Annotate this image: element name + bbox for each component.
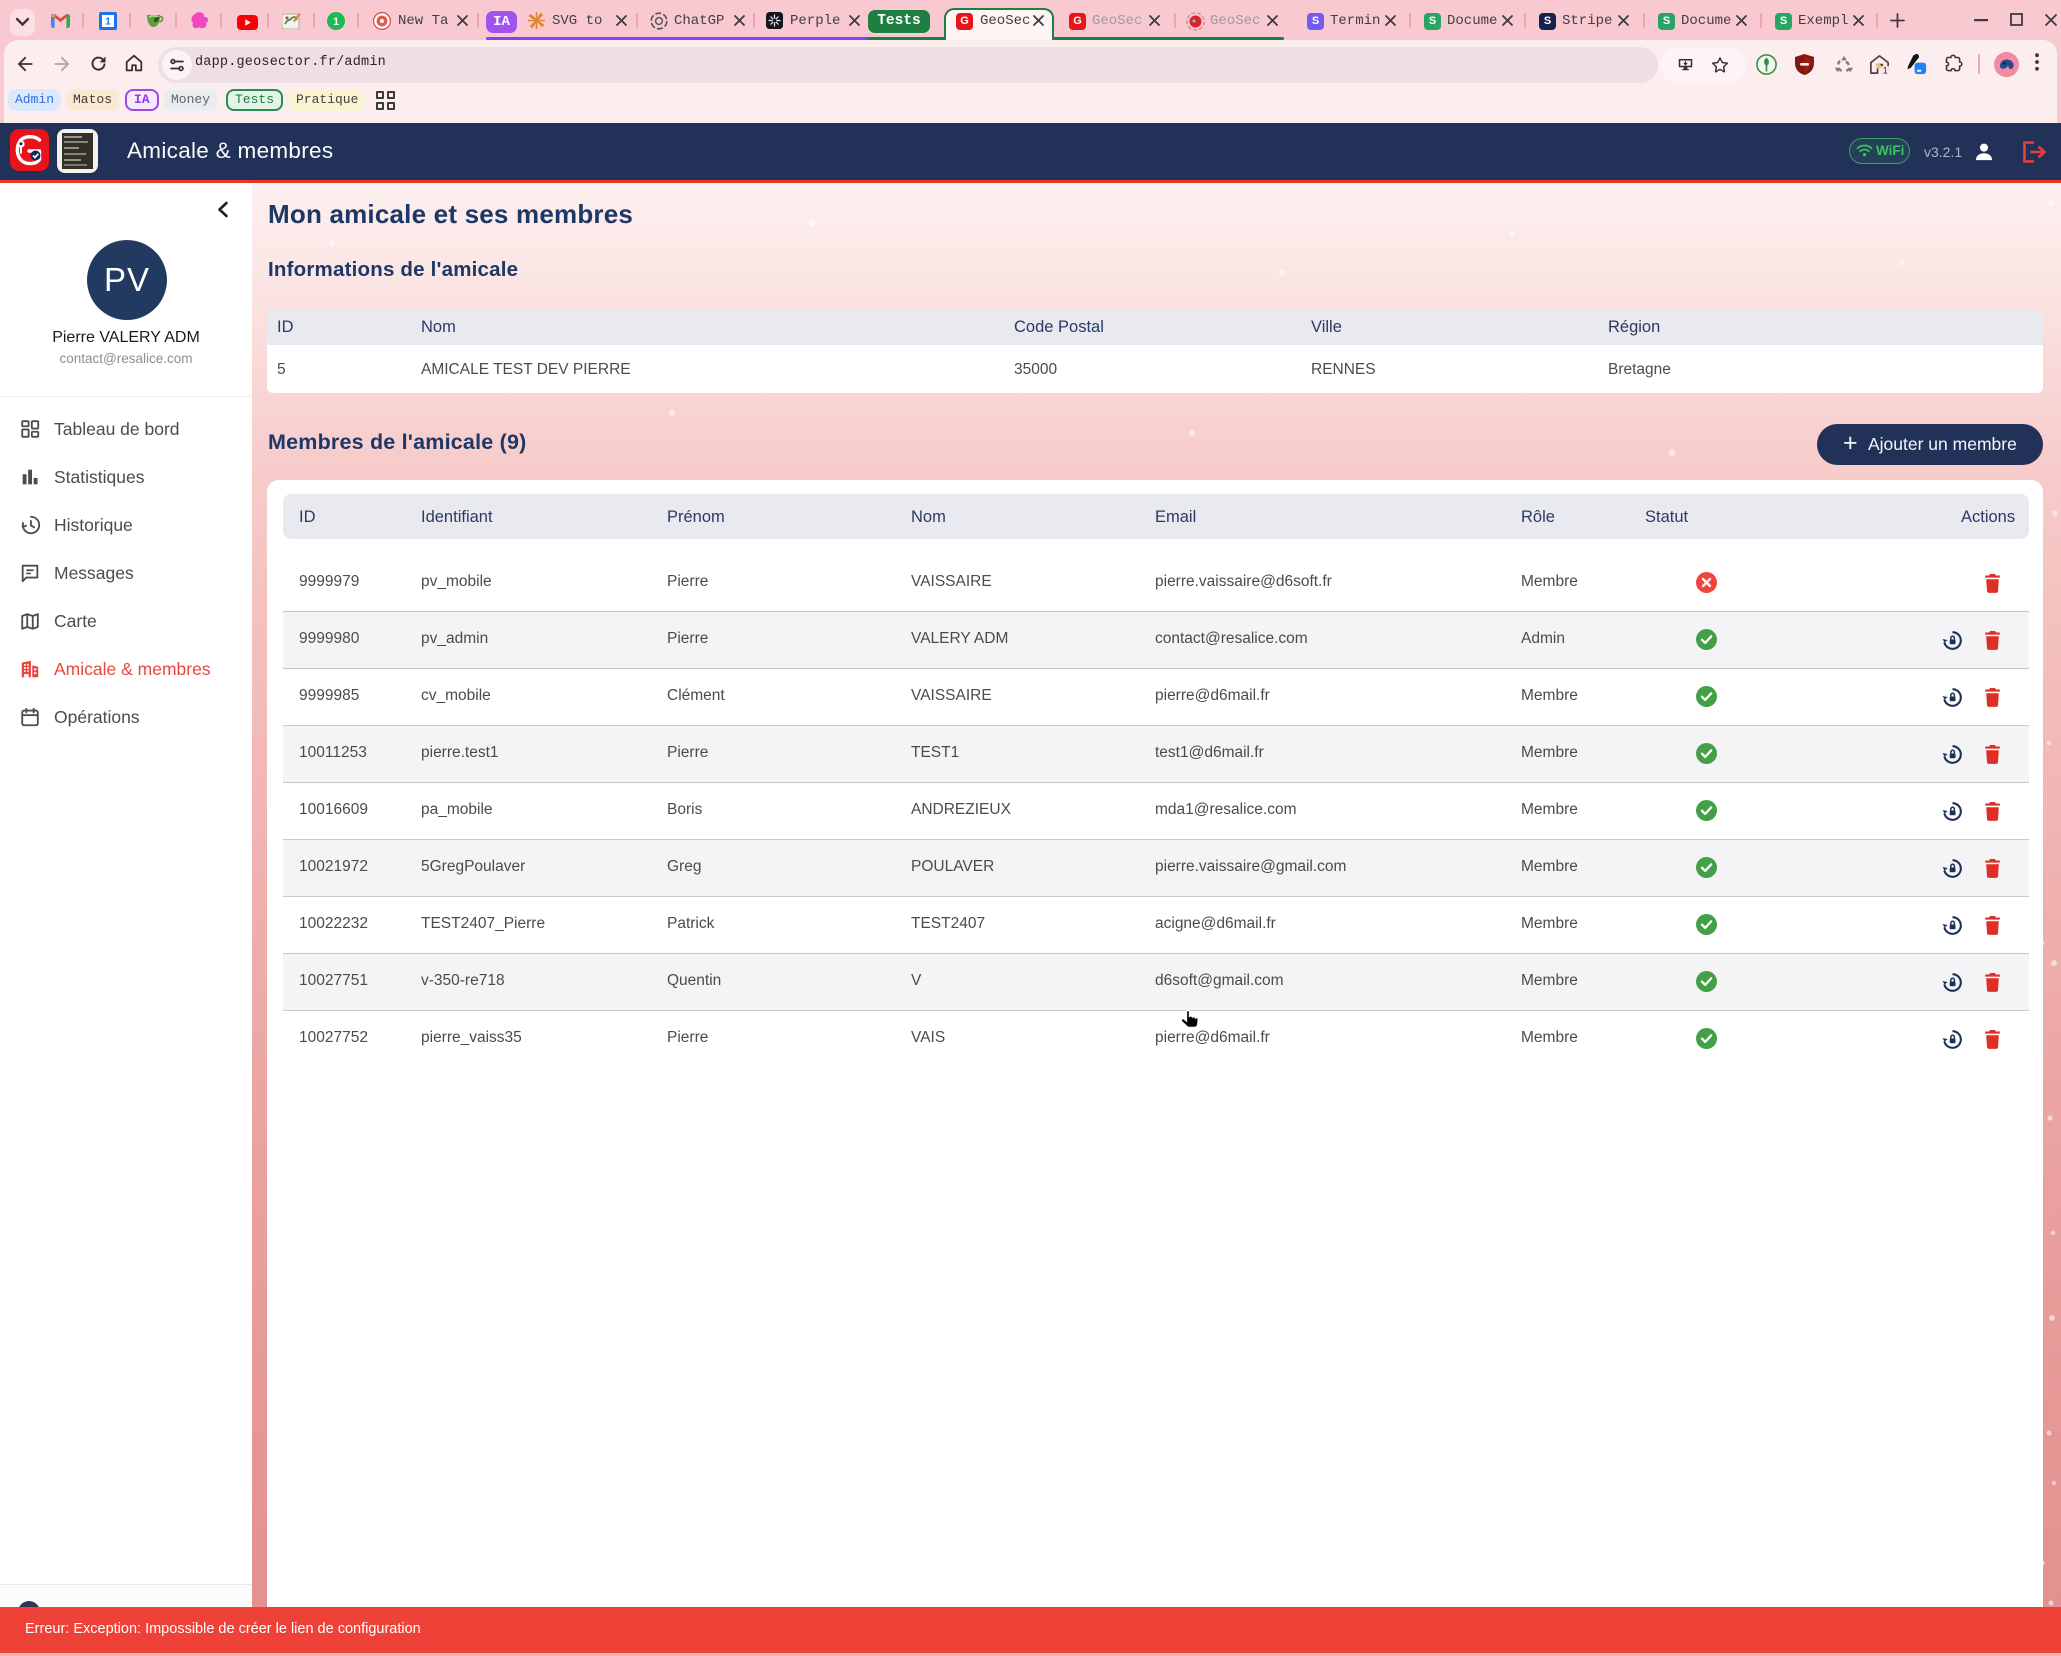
svg-text:1: 1 [1883,65,1888,75]
svg-text:1: 1 [333,16,339,28]
svg-text:1: 1 [105,17,111,28]
